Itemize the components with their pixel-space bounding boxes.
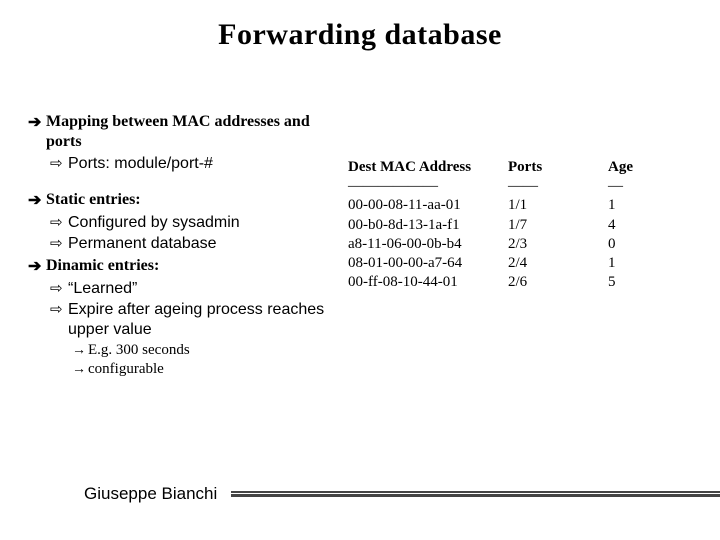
bullet-dynamic: ➔ Dinamic entries: — [28, 256, 348, 276]
cell-mac: 00-ff-08-10-44-01 — [348, 273, 508, 292]
bullet-mapping-sub: ⇨ Ports: module/port-# — [50, 154, 348, 174]
forwarding-table: Dest MAC Address —————— 00-00-08-11-aa-0… — [348, 158, 692, 292]
bullet-dynamic-sub1: ⇨ “Learned” — [50, 279, 348, 299]
cell-age: 4 — [608, 216, 668, 235]
bullet-dynamic-sub2: ⇨ Expire after ageing process reaches up… — [50, 300, 348, 339]
author-name: Giuseppe Bianchi — [70, 484, 231, 504]
cell-ports: 1/7 — [508, 216, 608, 235]
header-mac: Dest MAC Address — [348, 158, 508, 177]
arrow-outline-icon: ⇨ — [50, 300, 68, 318]
table-column: Dest MAC Address —————— 00-00-08-11-aa-0… — [348, 112, 692, 292]
bullet-text: Expire after ageing process reaches uppe… — [68, 300, 348, 339]
bullet-text: E.g. 300 seconds — [88, 341, 190, 359]
bullet-text: “Learned” — [68, 279, 137, 299]
header-ports: Ports — [508, 158, 608, 177]
arrow-outline-icon: ⇨ — [50, 213, 68, 231]
footer-rule — [231, 491, 720, 497]
content-area: ➔ Mapping between MAC addresses and port… — [28, 112, 692, 379]
bullet-text: Configured by sysadmin — [68, 213, 240, 233]
arrow-outline-icon: ⇨ — [50, 234, 68, 252]
bullet-dynamic-sub2b: → configurable — [72, 360, 348, 378]
arrow-right-icon: ➔ — [28, 112, 46, 132]
column-ports: Ports —— 1/1 1/7 2/3 2/4 2/6 — [508, 158, 608, 292]
bullet-dynamic-sub2a: → E.g. 300 seconds — [72, 341, 348, 359]
arrow-outline-icon: ⇨ — [50, 154, 68, 172]
arrow-thin-icon: → — [72, 341, 88, 357]
cell-age: 5 — [608, 273, 668, 292]
arrow-thin-icon: → — [72, 360, 88, 376]
cell-age: 1 — [608, 196, 668, 215]
arrow-outline-icon: ⇨ — [50, 279, 68, 297]
bullet-text: Ports: module/port-# — [68, 154, 213, 174]
cell-age: 0 — [608, 235, 668, 254]
cell-age: 1 — [608, 254, 668, 273]
cell-ports: 2/4 — [508, 254, 608, 273]
slide-title: Forwarding database — [28, 18, 692, 52]
separator: — — [608, 177, 668, 196]
cell-mac: 00-00-08-11-aa-01 — [348, 196, 508, 215]
bullet-text: Dinamic entries: — [46, 256, 159, 276]
cell-mac: 08-01-00-00-a7-64 — [348, 254, 508, 273]
bullet-column: ➔ Mapping between MAC addresses and port… — [28, 112, 348, 379]
cell-ports: 1/1 — [508, 196, 608, 215]
cell-ports: 2/6 — [508, 273, 608, 292]
bullet-text: Mapping between MAC addresses and ports — [46, 112, 348, 151]
cell-mac: a8-11-06-00-0b-b4 — [348, 235, 508, 254]
bullet-static: ➔ Static entries: — [28, 190, 348, 210]
column-age: Age — 1 4 0 1 5 — [608, 158, 668, 292]
bullet-text: Static entries: — [46, 190, 141, 210]
arrow-right-icon: ➔ — [28, 256, 46, 276]
column-mac: Dest MAC Address —————— 00-00-08-11-aa-0… — [348, 158, 508, 292]
bullet-mapping: ➔ Mapping between MAC addresses and port… — [28, 112, 348, 151]
separator: —————— — [348, 177, 508, 196]
arrow-right-icon: ➔ — [28, 190, 46, 210]
footer: Giuseppe Bianchi — [0, 484, 720, 504]
header-age: Age — [608, 158, 668, 177]
bullet-text: Permanent database — [68, 234, 217, 254]
cell-ports: 2/3 — [508, 235, 608, 254]
bullet-static-sub1: ⇨ Configured by sysadmin — [50, 213, 348, 233]
cell-mac: 00-b0-8d-13-1a-f1 — [348, 216, 508, 235]
bullet-static-sub2: ⇨ Permanent database — [50, 234, 348, 254]
separator: —— — [508, 177, 608, 196]
bullet-text: configurable — [88, 360, 164, 378]
